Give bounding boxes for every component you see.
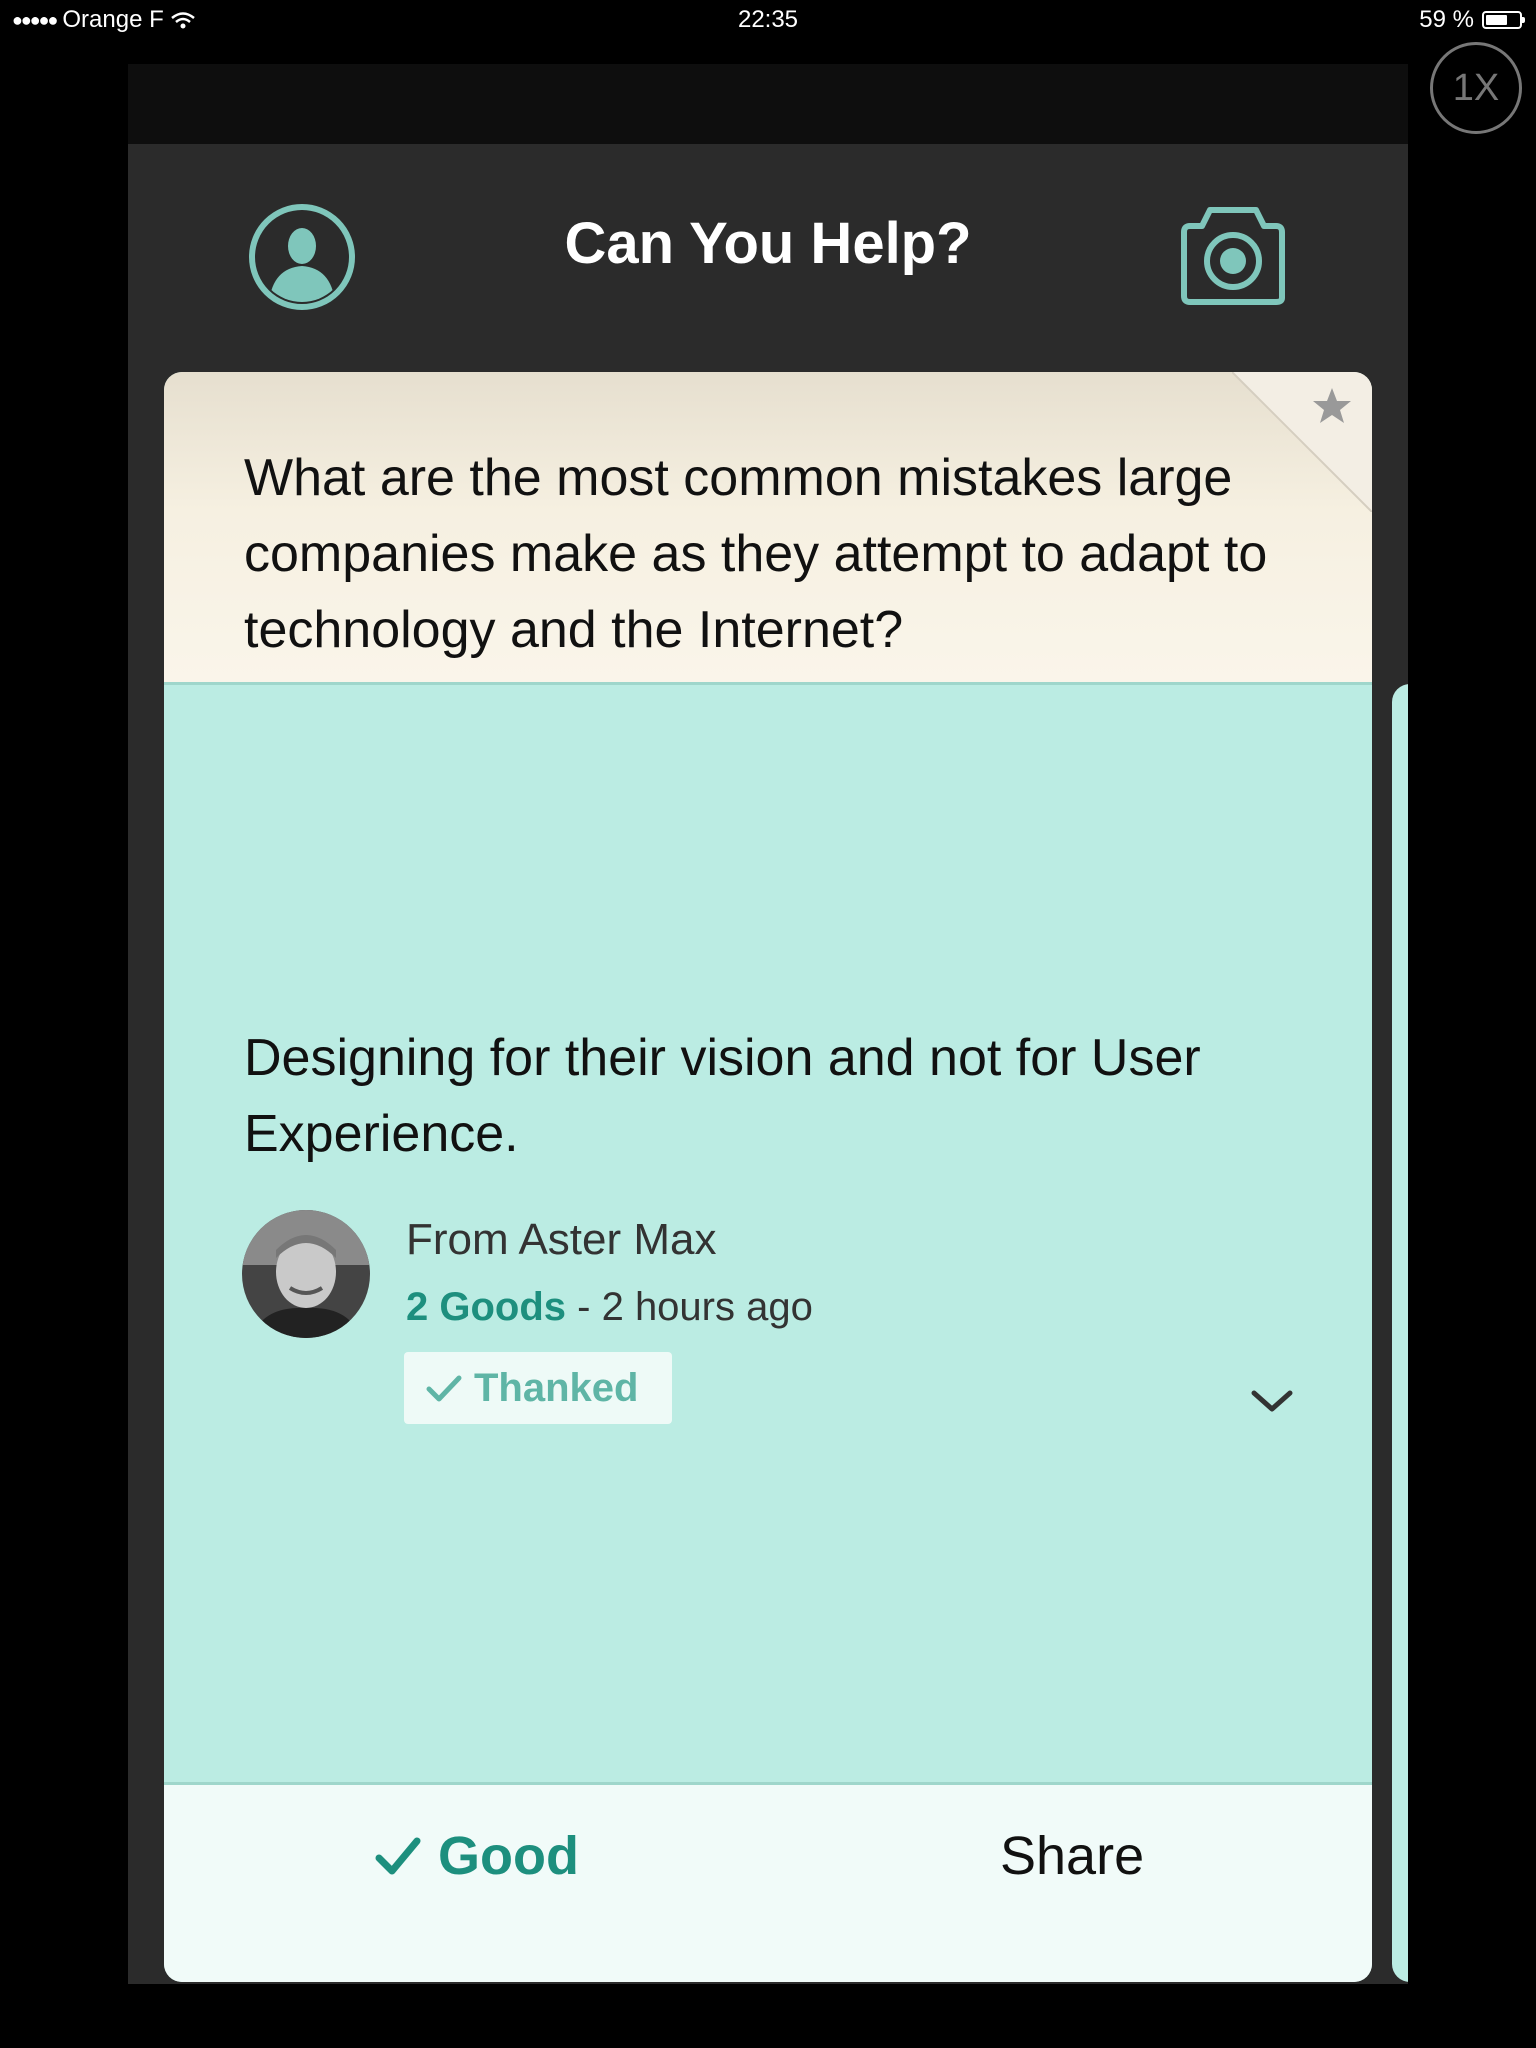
app-window: Can You Help? What are the most common m…: [128, 144, 1408, 1984]
question-card: What are the most common mistakes large …: [164, 372, 1372, 1982]
next-card-peek[interactable]: [1392, 684, 1408, 1982]
thanked-label: Thanked: [474, 1365, 639, 1410]
card-footer: Good Share: [164, 1782, 1372, 1982]
check-icon: [426, 1375, 462, 1402]
camera-icon[interactable]: [1180, 204, 1286, 306]
battery-percent: 59 %: [1419, 6, 1474, 33]
check-icon: [375, 1837, 421, 1875]
status-right: 59 %: [1419, 6, 1525, 34]
thanked-badge[interactable]: Thanked: [404, 1352, 672, 1424]
avatar[interactable]: [242, 1210, 370, 1338]
answer-text: Designing for their vision and not for U…: [244, 1029, 1201, 1163]
good-button[interactable]: Good: [374, 1825, 579, 1887]
author-name: From Aster Max: [406, 1215, 717, 1264]
battery-icon: [1482, 11, 1525, 29]
star-icon[interactable]: [1232, 372, 1372, 512]
status-bar: ●●●●● Orange F 22:35 59 %: [0, 0, 1536, 42]
good-label: Good: [438, 1826, 579, 1886]
answer-time: - 2 hours ago: [566, 1285, 813, 1329]
chevron-down-icon[interactable]: [1248, 1385, 1296, 1415]
question-text: What are the most common mistakes large …: [244, 449, 1268, 659]
answer-area: Designing for their vision and not for U…: [164, 682, 1372, 1782]
question-area: What are the most common mistakes large …: [164, 372, 1372, 682]
goods-count: 2 Goods: [406, 1285, 567, 1329]
status-time: 22:35: [737, 6, 799, 33]
app-top-bar: [128, 64, 1408, 144]
zoom-button[interactable]: 1X: [1430, 42, 1522, 134]
share-button[interactable]: Share: [1000, 1825, 1144, 1887]
answer-meta: 2 Goods - 2 hours ago: [406, 1285, 813, 1330]
